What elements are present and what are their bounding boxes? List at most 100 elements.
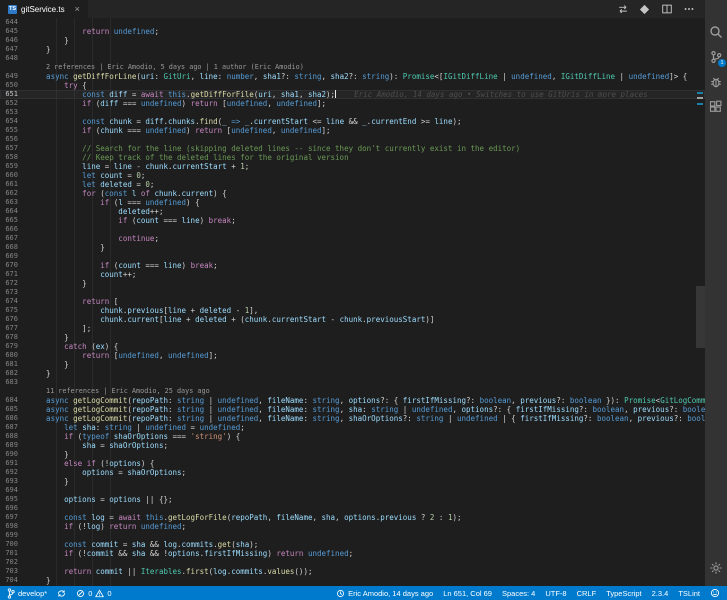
line-number[interactable]: 653	[0, 108, 28, 117]
line-number[interactable]: 669	[0, 252, 28, 261]
code-row[interactable]: 655 if (chunk === undefined) return [und…	[0, 126, 705, 135]
open-changes-icon[interactable]	[616, 3, 629, 16]
code-row[interactable]: 659 line = line - chunk.currentStart + 1…	[0, 162, 705, 171]
close-tab-icon[interactable]: ×	[75, 4, 80, 14]
line-number[interactable]: 657	[0, 144, 28, 153]
code-row[interactable]: 663 if (l === undefined) {	[0, 198, 705, 207]
more-actions-icon[interactable]	[682, 3, 695, 16]
line-number[interactable]: 698	[0, 522, 28, 531]
line-number[interactable]: 692	[0, 468, 28, 477]
line-number[interactable]: 667	[0, 234, 28, 243]
line-number[interactable]: 654	[0, 117, 28, 126]
code-row[interactable]: 660 let count = 0;	[0, 171, 705, 180]
line-number[interactable]: 684	[0, 396, 28, 405]
line-number[interactable]: 690	[0, 450, 28, 459]
code-row[interactable]: 647 }	[0, 45, 705, 54]
line-number[interactable]: 695	[0, 495, 28, 504]
code-row[interactable]: 679 catch (ex) {	[0, 342, 705, 351]
code-row[interactable]: 701 if (!commit && sha && !options.first…	[0, 549, 705, 558]
code-row[interactable]: 649 async getDiffForLine(uri: GitUri, li…	[0, 72, 705, 81]
code-row[interactable]: 662 for (const l of chunk.current) {	[0, 189, 705, 198]
codelens-text[interactable]: 11 references | Eric Amodio, 25 days ago	[28, 387, 705, 396]
codelens-text[interactable]: 2 references | Eric Amodio, 5 days ago |…	[28, 63, 705, 72]
code-row[interactable]: 702	[0, 558, 705, 567]
code-row[interactable]: 644	[0, 18, 705, 27]
code-row[interactable]: 668 }	[0, 243, 705, 252]
code-row[interactable]: 691 else if (!options) {	[0, 459, 705, 468]
line-number[interactable]: 660	[0, 171, 28, 180]
line-number[interactable]: 700	[0, 540, 28, 549]
line-number[interactable]: 699	[0, 531, 28, 540]
feedback-smiley-icon[interactable]	[710, 588, 720, 598]
codelens-row[interactable]: 11 references | Eric Amodio, 25 days ago	[0, 387, 705, 396]
code-row[interactable]: 661 let deleted = 0;	[0, 180, 705, 189]
line-number[interactable]: 644	[0, 18, 28, 27]
line-number[interactable]	[0, 387, 28, 396]
line-number[interactable]: 681	[0, 360, 28, 369]
line-number[interactable]: 688	[0, 432, 28, 441]
code-row[interactable]: 694	[0, 486, 705, 495]
line-number[interactable]: 671	[0, 270, 28, 279]
cursor-position[interactable]: Ln 651, Col 69	[443, 589, 492, 598]
code-row[interactable]: 673	[0, 288, 705, 297]
line-number[interactable]: 686	[0, 414, 28, 423]
line-number[interactable]: 675	[0, 306, 28, 315]
settings-gear-icon[interactable]	[708, 560, 724, 576]
code-row[interactable]: 683	[0, 378, 705, 387]
line-number[interactable]: 670	[0, 261, 28, 270]
line-number[interactable]: 672	[0, 279, 28, 288]
eol-status[interactable]: CRLF	[577, 589, 597, 598]
line-number[interactable]: 696	[0, 504, 28, 513]
line-number[interactable]: 685	[0, 405, 28, 414]
line-number[interactable]: 651	[0, 90, 28, 99]
code-row[interactable]: 648	[0, 54, 705, 63]
code-row[interactable]: 654 const chunk = diff.chunks.find(_ => …	[0, 117, 705, 126]
debug-icon[interactable]	[708, 74, 724, 90]
line-number[interactable]: 678	[0, 333, 28, 342]
code-row[interactable]: 645 return undefined;	[0, 27, 705, 36]
line-number[interactable]: 683	[0, 378, 28, 387]
git-branch-indicator[interactable]: develop*	[7, 587, 47, 599]
code-row[interactable]: 703 return commit || Iterables.first(log…	[0, 567, 705, 576]
code-row[interactable]: 688 if (typeof shaOrOptions === 'string'…	[0, 432, 705, 441]
line-number[interactable]: 689	[0, 441, 28, 450]
line-number[interactable]: 666	[0, 225, 28, 234]
line-number[interactable]: 704	[0, 576, 28, 585]
code-row[interactable]: 672 }	[0, 279, 705, 288]
code-row[interactable]: 651 const diff = await this.getDiffForFi…	[0, 90, 705, 99]
codelens-row[interactable]: 2 references | Eric Amodio, 5 days ago |…	[0, 63, 705, 72]
code-row[interactable]: 670 if (count === line) break;	[0, 261, 705, 270]
gitlens-toggle-icon[interactable]	[638, 3, 651, 16]
code-row[interactable]: 664 deleted++;	[0, 207, 705, 216]
code-row[interactable]: 669	[0, 252, 705, 261]
line-number[interactable]: 655	[0, 126, 28, 135]
scrollbar-slider[interactable]	[696, 286, 705, 348]
code-row[interactable]: 675 chunk.previous[line + deleted - 1],	[0, 306, 705, 315]
code-row[interactable]: 680 return [undefined, undefined];	[0, 351, 705, 360]
line-number[interactable]: 645	[0, 27, 28, 36]
code-row[interactable]: 676 chunk.current[line + deleted + (chun…	[0, 315, 705, 324]
line-number[interactable]: 648	[0, 54, 28, 63]
line-number[interactable]: 668	[0, 243, 28, 252]
code-row[interactable]: 677 ];	[0, 324, 705, 333]
line-number[interactable]: 680	[0, 351, 28, 360]
code-row[interactable]: 671 count++;	[0, 270, 705, 279]
search-icon[interactable]	[708, 24, 724, 40]
line-number[interactable]: 691	[0, 459, 28, 468]
extensions-icon[interactable]	[708, 99, 724, 115]
code-row[interactable]: 646 }	[0, 36, 705, 45]
code-row[interactable]: 704 }	[0, 576, 705, 585]
code-row[interactable]: 699	[0, 531, 705, 540]
line-number[interactable]: 677	[0, 324, 28, 333]
sync-button[interactable]	[57, 589, 66, 598]
code-row[interactable]: 650 try {	[0, 81, 705, 90]
gitlens-blame-status[interactable]: Eric Amodio, 14 days ago	[336, 589, 433, 598]
typescript-version[interactable]: 2.3.4	[652, 589, 669, 598]
code-row[interactable]: 697 const log = await this.getLogForFile…	[0, 513, 705, 522]
code-row[interactable]: 686 async getLogCommit(repoPath: string …	[0, 414, 705, 423]
code-row[interactable]: 674 return [	[0, 297, 705, 306]
code-row[interactable]: 685 async getLogCommit(repoPath: string …	[0, 405, 705, 414]
line-number[interactable]: 694	[0, 486, 28, 495]
tslint-status[interactable]: TSLint	[678, 589, 700, 598]
code-row[interactable]: 700 const commit = sha && log.commits.ge…	[0, 540, 705, 549]
